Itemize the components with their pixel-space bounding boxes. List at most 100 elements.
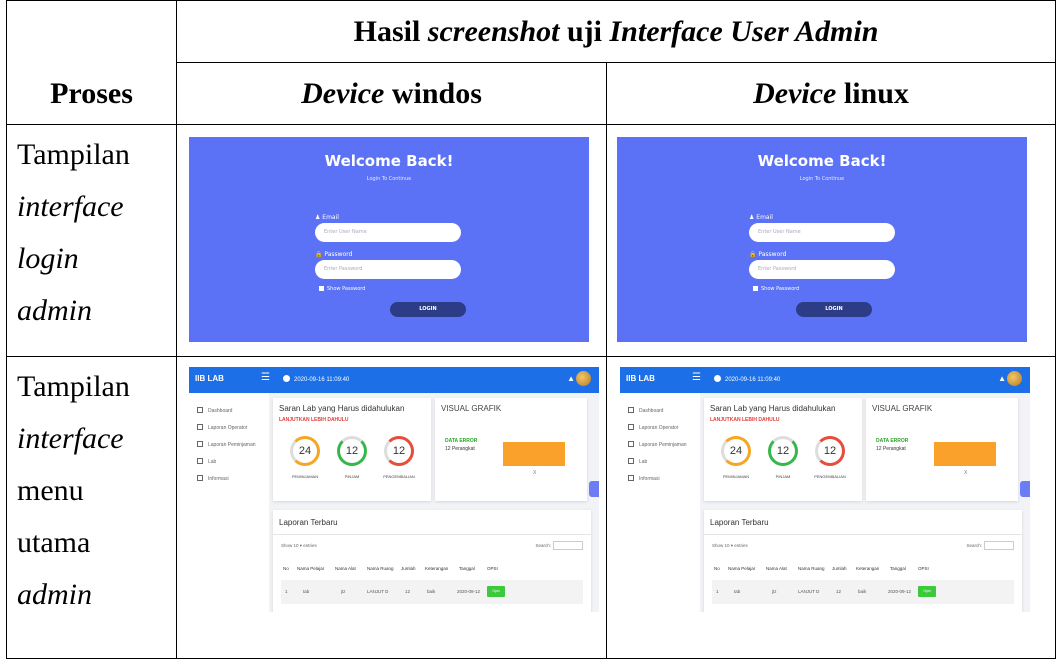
clock-icon <box>283 375 290 382</box>
menu-toggle-icon[interactable]: ☰ <box>692 372 701 383</box>
ring-peminjaman: 24 <box>290 436 320 466</box>
ring-label: PINJAM <box>344 474 360 479</box>
priority-card: Saran Lab yang Harus didahulukan LANJUTK… <box>704 398 862 501</box>
column-header[interactable]: Nama Alat <box>335 566 356 571</box>
priority-card: Saran Lab yang Harus didahulukan LANJUTK… <box>273 398 431 501</box>
table-cell: 12 <box>836 589 842 594</box>
menu-windows-screenshot: IIB LAB ☰ 2020-09-16 11:09:40 ▲ Dashboar… <box>176 356 607 659</box>
column-header[interactable]: Tanggal <box>890 566 906 571</box>
sidebar-item-informasi[interactable]: Informasi <box>628 475 660 482</box>
graph-x-label: X <box>964 470 968 476</box>
dashboard-screen: IIB LAB ☰ 2020-09-16 11:09:40 ▲ Dashboar… <box>189 367 599 612</box>
column-header[interactable]: Tanggal <box>459 566 475 571</box>
table-cell: LANJUT D <box>798 589 820 594</box>
column-header[interactable]: Nama Ruang <box>367 566 394 571</box>
menu-toggle-icon[interactable]: ☰ <box>261 372 270 383</box>
graph-data-label: DATA ERROR <box>876 438 909 444</box>
top-navbar: IIB LAB ☰ 2020-09-16 11:09:40 ▲ <box>620 367 1030 393</box>
bell-icon[interactable]: ▲ <box>567 374 575 383</box>
menu-linux-screenshot: IIB LAB ☰ 2020-09-16 11:09:40 ▲ Dashboar… <box>606 356 1056 659</box>
sidebar-item-laporan-peminjaman[interactable]: Laporan Peminjaman <box>628 441 687 448</box>
sidebar-item-informasi[interactable]: Informasi <box>197 475 229 482</box>
visual-graph-card: VISUAL GRAFIK DATA ERROR 12 Perangkat X <box>435 398 587 501</box>
table-title: Hasil screenshot uji Interface User Admi… <box>176 0 1056 63</box>
brand-logo[interactable]: IIB LAB <box>626 374 655 383</box>
settings-fab[interactable] <box>1020 481 1030 497</box>
avatar[interactable] <box>1007 371 1022 386</box>
settings-fab[interactable] <box>589 481 599 497</box>
login-button[interactable]: LOGIN <box>796 302 872 317</box>
brand-logo[interactable]: IIB LAB <box>195 374 224 383</box>
graph-x-label: X <box>533 470 537 476</box>
priority-card-title: Saran Lab yang Harus didahulukan <box>710 404 836 413</box>
column-header[interactable]: No <box>283 566 289 571</box>
column-header[interactable]: Nama Ruang <box>798 566 825 571</box>
show-password-checkbox[interactable]: Show Password <box>319 286 365 292</box>
column-header[interactable]: Nama Pelajar <box>728 566 755 571</box>
ring-label: PINJAM <box>775 474 791 479</box>
table-cell: tab <box>303 589 310 594</box>
search-input[interactable] <box>984 541 1014 550</box>
device-windows-header: Device windos <box>176 62 607 125</box>
search-input[interactable] <box>553 541 583 550</box>
show-password-checkbox[interactable]: Show Password <box>753 286 799 292</box>
search-label: Search: <box>535 543 551 548</box>
email-field[interactable]: Enter User Name <box>315 223 461 242</box>
bell-icon[interactable]: ▲ <box>998 374 1006 383</box>
welcome-heading: Welcome Back! <box>324 152 454 170</box>
sidebar: Dashboard Laporan Operator Laporan Pemin… <box>189 393 269 612</box>
ring-label: PENGEMBALIAN <box>814 474 846 479</box>
welcome-heading: Welcome Back! <box>757 152 887 170</box>
column-header[interactable]: Nama Alat <box>766 566 787 571</box>
ring-pinjam: 12 <box>768 436 798 466</box>
sidebar-item-dashboard[interactable]: Dashboard <box>197 407 232 414</box>
column-header[interactable]: Nama Pelajar <box>297 566 324 571</box>
avatar[interactable] <box>576 371 591 386</box>
column-header[interactable]: Keterangan <box>856 566 879 571</box>
opsi-button[interactable]: Opsi <box>487 586 505 597</box>
column-header[interactable]: Keterangan <box>425 566 448 571</box>
column-header[interactable]: No <box>714 566 720 571</box>
table-cell: baik <box>427 589 436 594</box>
sidebar-item-laporan-peminjaman[interactable]: Laporan Peminjaman <box>197 441 256 448</box>
ring-peminjaman: 24 <box>721 436 751 466</box>
row-menu-label: Tampilan interface menu utama admin <box>6 356 177 659</box>
login-windows-screenshot: Welcome Back! Login To Continue ♟ Email … <box>176 124 607 357</box>
login-subtitle: Login To Continue <box>799 176 845 182</box>
entries-select[interactable]: Show 10 ▾ entries <box>281 543 317 549</box>
email-field[interactable]: Enter User Name <box>749 223 895 242</box>
row-login-label: Tampilan interface login admin <box>6 124 177 357</box>
password-field[interactable]: Enter Password <box>749 260 895 279</box>
sidebar: Dashboard Laporan Operator Laporan Pemin… <box>620 393 700 612</box>
column-header[interactable]: Jumlah <box>832 566 847 571</box>
graph-title: VISUAL GRAFIK <box>872 404 933 413</box>
sidebar-item-lab[interactable]: Lab <box>628 458 647 465</box>
entries-select[interactable]: Show 10 ▾ entries <box>712 543 748 549</box>
priority-alert: LANJUTKAN LEBIH DAHULU <box>279 417 349 423</box>
sidebar-item-lab[interactable]: Lab <box>197 458 216 465</box>
graph-title: VISUAL GRAFIK <box>441 404 502 413</box>
column-header[interactable]: Jumlah <box>401 566 416 571</box>
ring-pengembalian: 12 <box>384 436 414 466</box>
corner-cell <box>6 0 177 63</box>
table-cell: baik <box>858 589 867 594</box>
graph-data-value: 12 Perangkat <box>445 446 475 452</box>
opsi-button[interactable]: Opsi <box>918 586 936 597</box>
graph-data-value: 12 Perangkat <box>876 446 906 452</box>
table-cell: tab <box>734 589 741 594</box>
top-navbar: IIB LAB ☰ 2020-09-16 11:09:40 ▲ <box>189 367 599 393</box>
table-cell: 12 <box>405 589 411 594</box>
sidebar-item-laporan-operator[interactable]: Laporan Operator <box>628 424 678 431</box>
column-header[interactable]: OPSI <box>918 566 929 571</box>
sidebar-item-laporan-operator[interactable]: Laporan Operator <box>197 424 247 431</box>
latest-report-card: Laporan Terbaru Show 10 ▾ entries Search… <box>273 510 591 612</box>
password-field[interactable]: Enter Password <box>315 260 461 279</box>
ring-label: PEMINJAMAN <box>291 474 319 479</box>
priority-alert: LANJUTKAN LEBIH DAHULU <box>710 417 780 423</box>
graph-bar <box>934 442 996 466</box>
table-cell: jtz <box>772 589 777 594</box>
column-header[interactable]: OPSI <box>487 566 498 571</box>
sidebar-item-dashboard[interactable]: Dashboard <box>628 407 663 414</box>
login-button[interactable]: LOGIN <box>390 302 466 317</box>
proses-header: Proses <box>6 62 177 125</box>
